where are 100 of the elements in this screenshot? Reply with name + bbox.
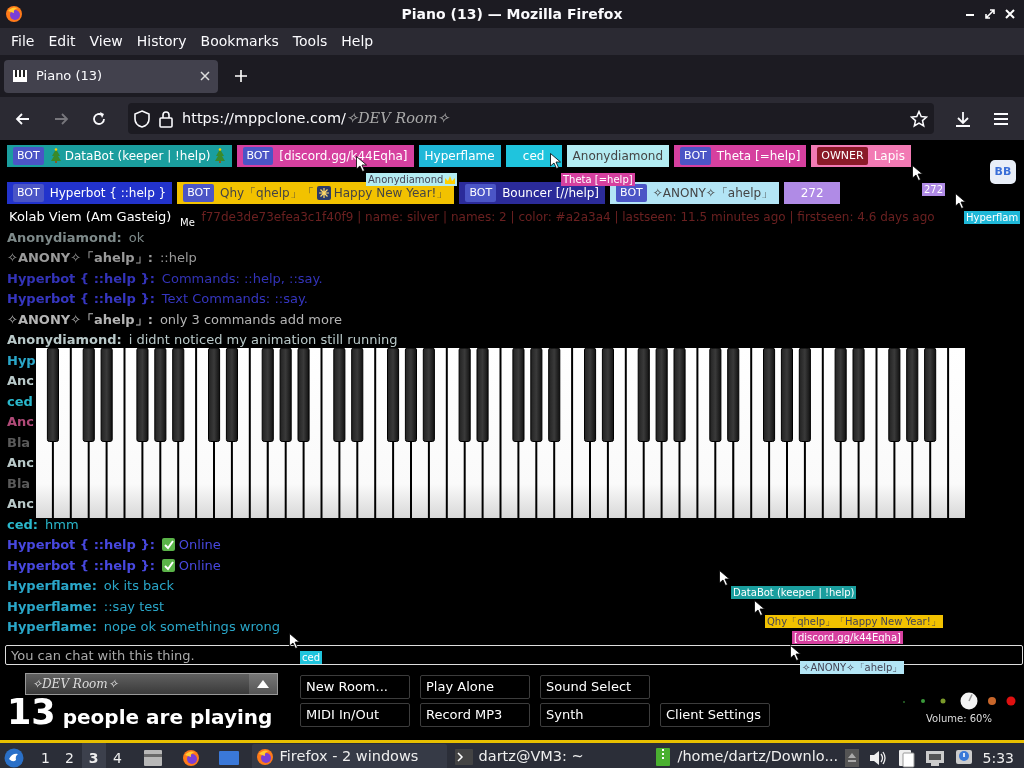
network-icon[interactable] (924, 749, 945, 767)
cursor-label: DataBot (keeper | !help) (731, 586, 857, 599)
speaker-icon[interactable] (868, 750, 887, 766)
player-count: 13 (7, 694, 56, 730)
menu-item[interactable]: Help (334, 31, 381, 52)
room-list-button[interactable] (249, 673, 277, 694)
terminal-icon (454, 748, 473, 766)
corner-button[interactable]: BB (990, 160, 1016, 184)
user-badge[interactable]: BOT DataBot (keeper | !help) (7, 145, 232, 167)
chat-username: Anc (7, 372, 35, 390)
taskbar-task[interactable]: /home/dartz/Downlo... (649, 744, 845, 768)
user-badge[interactable]: BOT Hyperbot { ::help } (7, 182, 173, 204)
volume-label: Volume: 60% (926, 711, 992, 726)
led-meter-icon (987, 695, 1017, 706)
browser-tab[interactable]: Piano (13) (4, 59, 218, 93)
user-badge[interactable]: OWNER Lapis (811, 145, 911, 167)
workspace-button[interactable]: 4 (105, 743, 130, 768)
check-icon (161, 538, 175, 552)
workspace-button[interactable]: 2 (57, 743, 82, 768)
chat-message: nope ok somethings wrong (103, 618, 280, 636)
cursor-label: Me (179, 216, 196, 229)
taskbar-task[interactable]: dartz@VM3: ~ (450, 744, 646, 768)
chat-message: Commands: ::help, ::say. (161, 269, 323, 288)
chat-message: Text Commands: ::say. (161, 290, 308, 308)
chat-username: Anc (7, 454, 35, 472)
up-arrow-icon (257, 679, 269, 688)
reload-icon (90, 109, 108, 128)
chat-username: Anonydiamond: (7, 228, 122, 247)
file-manager-icon (141, 748, 164, 768)
maximize-icon[interactable] (984, 8, 996, 20)
star-icon[interactable] (910, 109, 928, 128)
menu-item[interactable]: View (82, 31, 130, 52)
chat-username: Anc (7, 413, 35, 431)
tree-icon (213, 148, 226, 164)
chat-message: ok (128, 228, 145, 247)
workspace-button[interactable]: 3 (81, 743, 106, 768)
menu-item[interactable]: History (129, 31, 194, 52)
status-text: Kolab Viem (Am Gasteig) (9, 208, 172, 227)
chat-username: ced: (7, 515, 39, 534)
chat-message: only 3 commands add more (159, 310, 342, 329)
chat-username: Hyperflame: (7, 577, 97, 595)
eject-icon[interactable] (844, 749, 859, 767)
menu-button[interactable]: MIDI In/Out (300, 702, 410, 727)
cursor-label: ced (300, 651, 322, 664)
chat-username: Bla (7, 474, 31, 493)
desktop-icon (217, 748, 240, 768)
menu-button[interactable]: Play Alone (420, 674, 530, 699)
cursor-label: [discord.gg/k44Eqha] (792, 631, 903, 644)
piano-keyboard[interactable] (35, 348, 966, 518)
notification-icon[interactable] (954, 749, 973, 767)
chat-username: ✧ANONY✧「ahelp」: (7, 310, 153, 329)
menu-button[interactable]: New Room... (300, 674, 410, 699)
clipboard-icon[interactable] (896, 748, 915, 768)
player-count-label: people are playing (62, 706, 273, 727)
bird-icon (3, 748, 24, 768)
chat-message: hmm (45, 515, 79, 534)
mouse-cursor-icon (790, 645, 801, 661)
shield-icon[interactable] (134, 109, 150, 128)
cursor-label: ✧ANONY✧「ahelp」 (800, 661, 905, 674)
chat-message: f77de3de73efea3c1f40f9 | name: silver | names: 2 | color: #a2a3a4 | lastseen: 11.5 minutes ago | firstseen: 4.6 days ago (201, 209, 935, 226)
chat-message: ok its back (103, 577, 174, 595)
chat-username: Hyperbot { ::help }: (7, 290, 155, 308)
menu-item[interactable]: Edit (41, 31, 83, 52)
volume-knob[interactable] (959, 690, 979, 711)
chat-username: Hyperbot { ::help }: (7, 269, 155, 288)
piano-icon (12, 69, 28, 83)
chat-username: Hyperbot { ::help }: (7, 536, 155, 554)
cursor-label: Qhy「qhelp」「Happy New Year!」 (765, 615, 943, 628)
chat-message: i didnt noticed my animation still running (128, 331, 398, 349)
download-icon (954, 109, 972, 128)
chat-message: Online (161, 555, 221, 575)
menu-item[interactable]: Tools (285, 31, 335, 52)
cursor-label: Anonydiamond (366, 173, 458, 186)
menu-button[interactable]: Synth (540, 702, 650, 727)
cursor-label: 272 (922, 183, 946, 196)
cursor-label: Theta [=help] (561, 173, 635, 186)
menu-button[interactable]: Record MP3 (420, 702, 530, 727)
lock-icon[interactable] (158, 109, 174, 128)
mouse-cursor-icon (719, 570, 730, 586)
mouse-cursor-icon (912, 165, 923, 181)
workspace-button[interactable]: 1 (33, 743, 58, 768)
chat-username: Anc (7, 495, 35, 513)
menu-item[interactable]: File (4, 31, 42, 52)
chat-username: Hyperflame: (7, 618, 97, 636)
chat-username: Anonydiamond: (7, 331, 122, 349)
mouse-cursor-icon (550, 153, 561, 169)
user-badge[interactable]: BOT [discord.gg/k44Eqha] (236, 145, 414, 167)
user-badge[interactable]: Anonydiamond (566, 145, 670, 167)
menu-button[interactable]: Sound Select (540, 674, 650, 699)
room-select[interactable]: ✧DEV Room✧ (25, 672, 278, 695)
taskbar-task[interactable]: Firefox - 2 windows (251, 744, 447, 768)
close-icon[interactable] (200, 71, 210, 81)
menu-button[interactable]: Client Settings (660, 702, 770, 727)
menu-item[interactable]: Bookmarks (193, 31, 286, 52)
chat-username: Hyp (7, 351, 36, 370)
chat-username: Hyperbot { ::help }: (7, 556, 155, 575)
plus-icon (234, 69, 248, 83)
mouse-cursor-icon (289, 633, 300, 649)
user-badge[interactable]: BOT Theta [=help] (674, 145, 807, 167)
firefox-icon (5, 5, 23, 23)
